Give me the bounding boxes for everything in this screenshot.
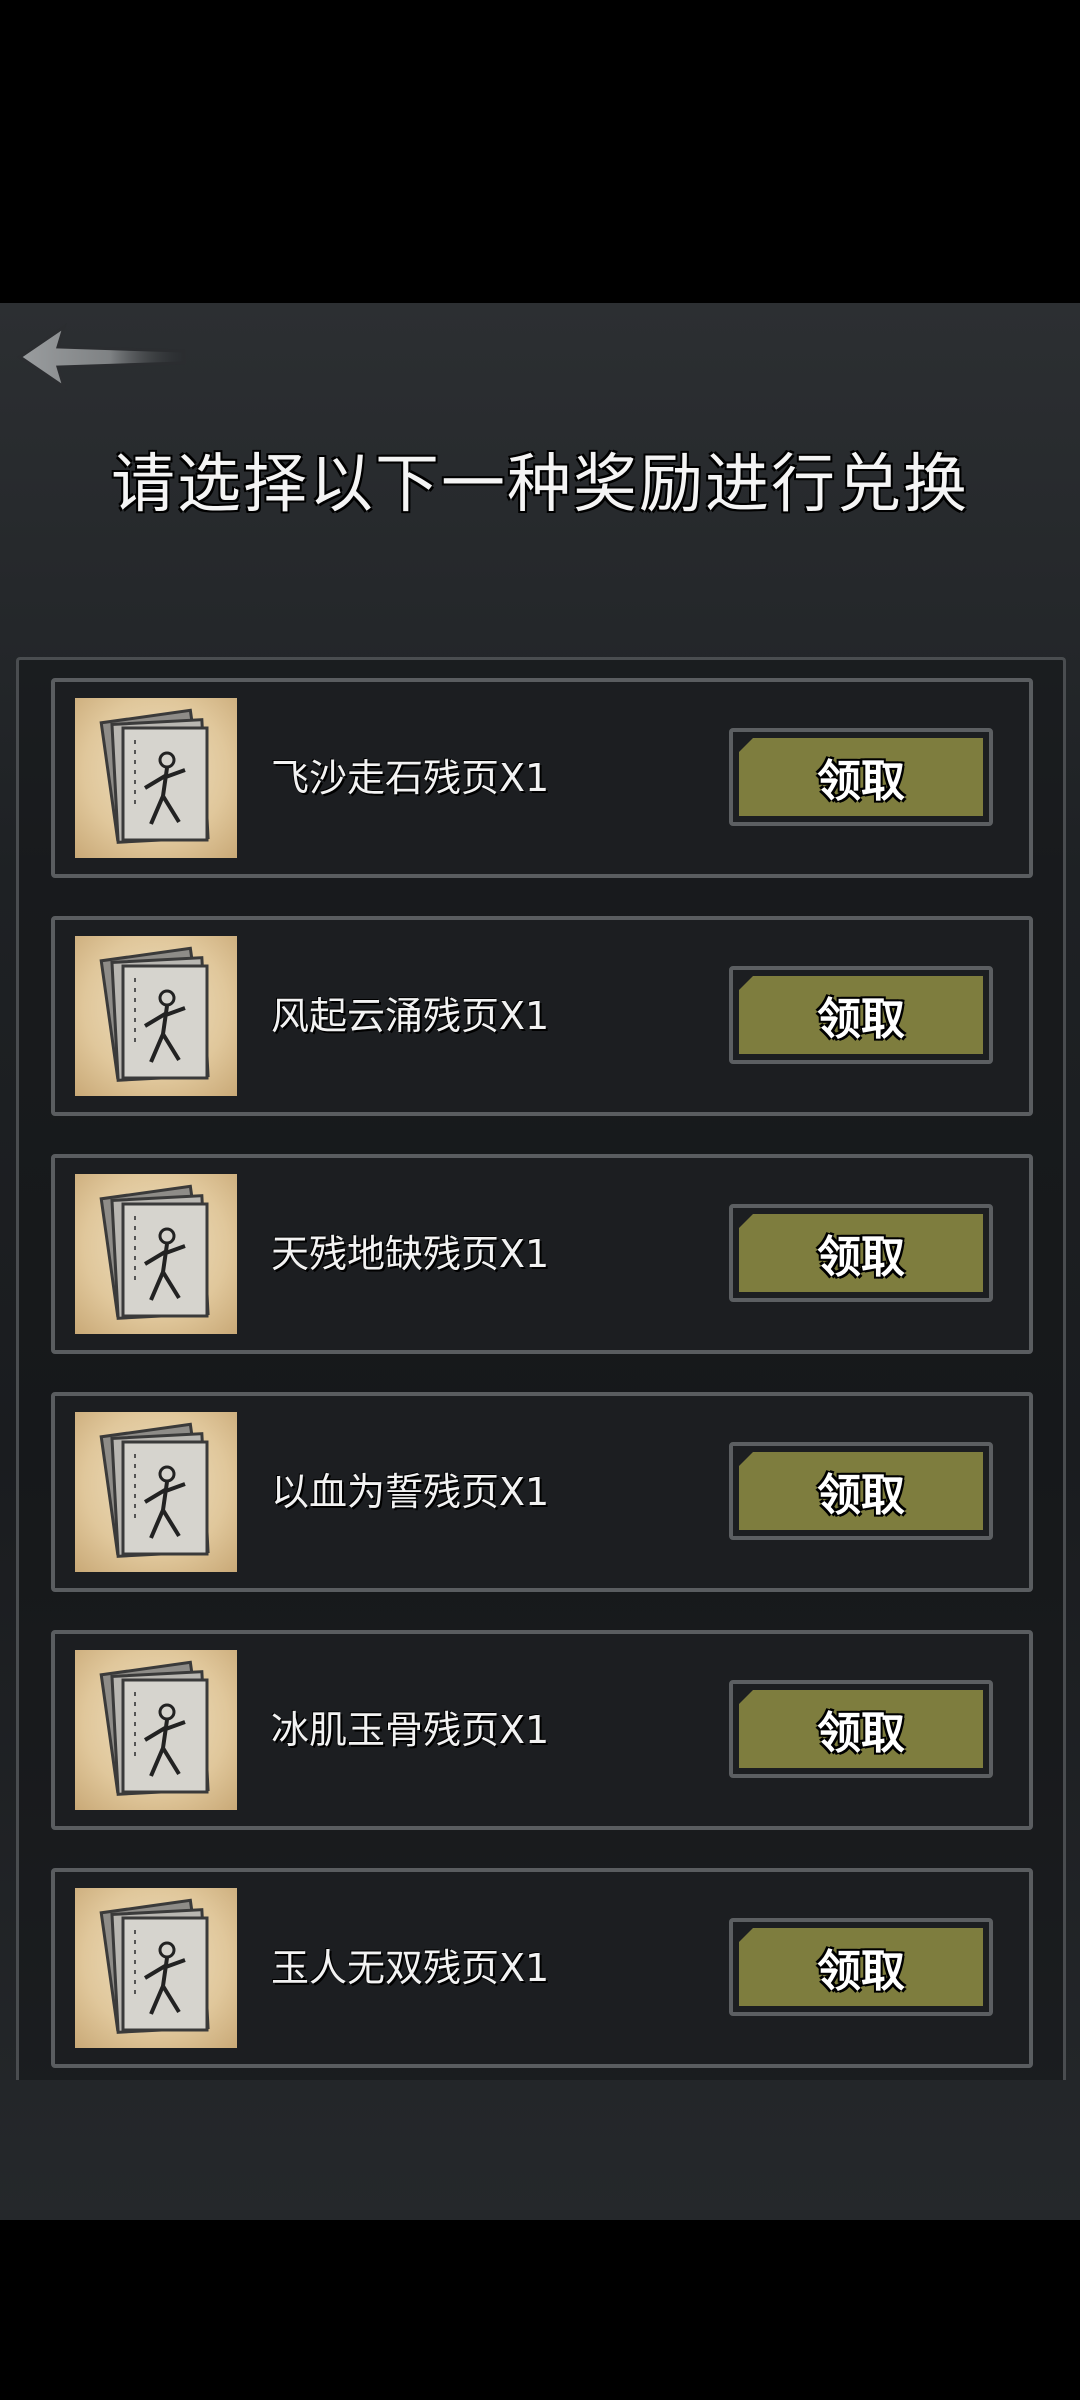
scroll-page-icon <box>75 1412 237 1572</box>
claim-button-label: 领取 <box>739 1928 983 2006</box>
reward-row: 飞沙走石残页X1 领取 <box>51 678 1033 878</box>
reward-name: 风起云涌残页X1 <box>271 994 550 1038</box>
reward-row: 风起云涌残页X1 领取 <box>51 916 1033 1116</box>
claim-button[interactable]: 领取 <box>729 966 993 1064</box>
reward-list: 飞沙走石残页X1 领取 风起云涌残页X1 领取 天残地缺残页X1 领取 以血为誓… <box>51 678 1033 2080</box>
claim-button-label: 领取 <box>739 1214 983 1292</box>
reward-row: 玉人无双残页X1 领取 <box>51 1868 1033 2068</box>
reward-row: 冰肌玉骨残页X1 领取 <box>51 1630 1033 1830</box>
claim-button[interactable]: 领取 <box>729 1680 993 1778</box>
reward-panel: 飞沙走石残页X1 领取 风起云涌残页X1 领取 天残地缺残页X1 领取 以血为誓… <box>16 657 1066 2080</box>
claim-button[interactable]: 领取 <box>729 728 993 826</box>
scroll-page-icon <box>75 936 237 1096</box>
claim-button-label: 领取 <box>739 1452 983 1530</box>
claim-button-label: 领取 <box>739 738 983 816</box>
claim-button[interactable]: 领取 <box>729 1918 993 2016</box>
scroll-page-icon <box>75 1888 237 2048</box>
scroll-page-icon <box>75 698 237 858</box>
claim-button-label: 领取 <box>739 976 983 1054</box>
claim-button-label: 领取 <box>739 1690 983 1768</box>
claim-button[interactable]: 领取 <box>729 1204 993 1302</box>
reward-name: 玉人无双残页X1 <box>271 1946 550 1990</box>
back-button[interactable] <box>16 317 186 397</box>
reward-row: 天残地缺残页X1 领取 <box>51 1154 1033 1354</box>
reward-row: 以血为誓残页X1 领取 <box>51 1392 1033 1592</box>
scroll-page-icon <box>75 1650 237 1810</box>
reward-name: 天残地缺残页X1 <box>271 1232 550 1276</box>
claim-button[interactable]: 领取 <box>729 1442 993 1540</box>
reward-name: 冰肌玉骨残页X1 <box>271 1708 550 1752</box>
page-title: 请选择以下一种奖励进行兑换 <box>111 448 969 522</box>
scroll-page-icon <box>75 1174 237 1334</box>
reward-name: 以血为誓残页X1 <box>271 1470 550 1514</box>
exchange-screen: 请选择以下一种奖励进行兑换 飞沙走石残页X1 领取 风起云涌残页X1 领取 天残… <box>0 303 1080 2220</box>
reward-name: 飞沙走石残页X1 <box>271 756 550 800</box>
back-arrow-icon <box>17 323 186 391</box>
